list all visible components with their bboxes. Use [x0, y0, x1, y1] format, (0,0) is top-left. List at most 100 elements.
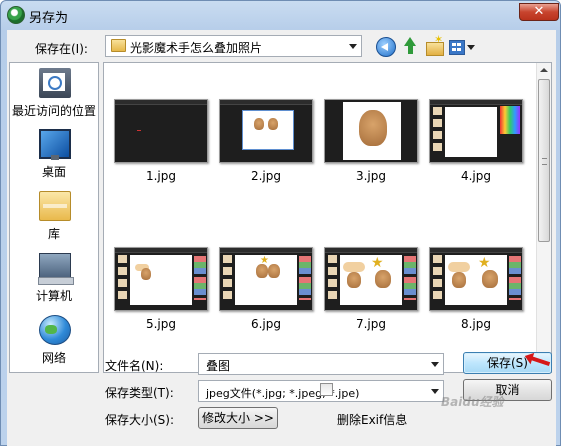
places-bar: 最近访问的位置 桌面 库 计算机 网络	[9, 62, 99, 373]
thumb-toolbar	[430, 248, 522, 253]
chevron-down-icon	[431, 362, 439, 367]
filename-value: 叠图	[206, 359, 231, 373]
thumb-left-panel	[433, 107, 442, 153]
place-library[interactable]: 库	[10, 189, 98, 247]
file-item[interactable]: ★ 8.jpg	[429, 247, 523, 331]
desktop-icon	[39, 129, 71, 160]
network-icon	[39, 315, 71, 345]
file-thumbnail: ★	[324, 247, 418, 311]
place-desktop[interactable]: 桌面	[10, 127, 98, 185]
library-icon	[39, 191, 71, 221]
thumb-figure: ★	[478, 255, 491, 271]
close-button[interactable]: ✕	[519, 3, 559, 21]
file-item[interactable]: 5.jpg	[114, 247, 208, 331]
save-in-label: 保存在(I):	[35, 42, 88, 56]
filename-label: 文件名(N):	[105, 359, 164, 373]
thumb-figure	[452, 272, 466, 288]
thumb-right-panel	[299, 256, 311, 300]
thumb-toolbar	[220, 248, 312, 253]
thumb-left-panel	[223, 255, 232, 301]
chevron-down-icon	[431, 389, 439, 394]
view-menu-icon[interactable]	[449, 37, 475, 57]
thumb-figure	[347, 272, 361, 288]
thumb-right-panel	[404, 256, 416, 300]
thumb-figure	[448, 262, 470, 272]
recent-places-icon	[39, 68, 71, 98]
thumb-figure	[254, 118, 264, 130]
thumb-figure: ★	[260, 255, 269, 266]
thumb-toolbar	[325, 248, 417, 253]
dialog-body: 保存在(I): 光影魔术手怎么叠加照片 最近访问的位置 桌面 库	[7, 30, 556, 446]
save-in-dropdown[interactable]: 光影魔术手怎么叠加照片	[105, 35, 362, 57]
computer-icon	[38, 253, 74, 285]
file-thumbnail	[324, 99, 418, 163]
thumb-left-panel	[118, 255, 127, 301]
thumb-figure	[141, 268, 151, 280]
scroll-up-icon[interactable]	[540, 68, 548, 72]
save-as-dialog: 另存为 ✕ 保存在(I): 光影魔术手怎么叠加照片 最近访问的位置 桌面 库	[0, 0, 561, 446]
file-name: 4.jpg	[460, 169, 492, 183]
thumb-figure	[343, 262, 365, 272]
file-item[interactable]: 3.jpg	[324, 99, 418, 183]
place-recent[interactable]: 最近访问的位置	[10, 66, 98, 124]
thumb-toolbar	[115, 248, 207, 253]
file-thumbnail	[429, 99, 523, 163]
file-name: 2.jpg	[250, 169, 282, 183]
current-folder-text: 光影魔术手怎么叠加照片	[130, 41, 263, 55]
file-item[interactable]: 1.jpg	[114, 99, 208, 183]
filename-field[interactable]: 叠图	[198, 353, 444, 375]
file-name: 1.jpg	[145, 169, 177, 183]
file-thumbnail	[114, 99, 208, 163]
exif-checkbox-label: 删除Exif信息	[337, 413, 408, 427]
file-item[interactable]: ★ 6.jpg	[219, 247, 313, 331]
file-item[interactable]: 2.jpg	[219, 99, 313, 183]
up-folder-icon[interactable]	[401, 37, 421, 57]
place-label: 最近访问的位置	[11, 104, 96, 118]
file-name: 6.jpg	[250, 317, 282, 331]
thumb-canvas	[445, 107, 497, 157]
thumb-canvas	[130, 255, 192, 305]
resize-button[interactable]: 修改大小 >>	[198, 407, 278, 429]
file-thumbnail	[219, 99, 313, 163]
thumb-figure	[375, 270, 391, 288]
new-folder-icon[interactable]	[425, 33, 445, 57]
thumb-mark	[137, 130, 141, 131]
file-thumbnail	[114, 247, 208, 311]
window-title: 另存为	[29, 11, 69, 26]
file-thumbnail: ★	[429, 247, 523, 311]
place-network[interactable]: 网络	[10, 313, 98, 371]
thumb-palette	[500, 106, 520, 134]
thumb-left-panel	[433, 255, 442, 301]
filetype-label: 保存类型(T):	[105, 386, 174, 400]
exif-checkbox[interactable]	[320, 383, 333, 396]
file-thumbnail: ★	[219, 247, 313, 311]
file-name: 3.jpg	[355, 169, 387, 183]
watermark: Baidu经验	[441, 395, 504, 409]
app-icon	[7, 6, 25, 24]
thumb-figure	[482, 270, 498, 288]
back-icon[interactable]	[376, 37, 396, 57]
file-list: 1.jpg 2.jpg 3.jpg 4.jpg 5.jpg ★ 6.jpg ★ …	[103, 62, 552, 373]
filetype-value: jpeg文件(*.jpg; *.jpeg; *.jpe)	[206, 387, 360, 400]
place-computer[interactable]: 计算机	[10, 251, 98, 309]
save-button[interactable]: 保存(S)	[463, 352, 552, 374]
chevron-down-icon	[349, 44, 357, 49]
savesize-label: 保存大小(S):	[105, 413, 175, 427]
folder-icon	[111, 39, 126, 52]
thumb-figure: ★	[371, 255, 384, 271]
file-name: 8.jpg	[460, 317, 492, 331]
thumb-figure	[268, 264, 280, 278]
place-label: 网络	[41, 351, 66, 365]
title-bar[interactable]: 另存为 ✕	[1, 1, 560, 29]
file-item[interactable]: ★ 7.jpg	[324, 247, 418, 331]
place-label: 桌面	[41, 165, 66, 179]
scroll-thumb[interactable]	[538, 79, 550, 242]
file-name: 7.jpg	[355, 317, 387, 331]
vertical-scrollbar[interactable]	[536, 63, 551, 372]
file-name: 5.jpg	[145, 317, 177, 331]
thumb-toolbar	[115, 100, 207, 105]
place-label: 库	[47, 227, 60, 241]
thumb-figure	[268, 118, 278, 130]
thumb-toolbar	[430, 100, 522, 105]
file-item[interactable]: 4.jpg	[429, 99, 523, 183]
